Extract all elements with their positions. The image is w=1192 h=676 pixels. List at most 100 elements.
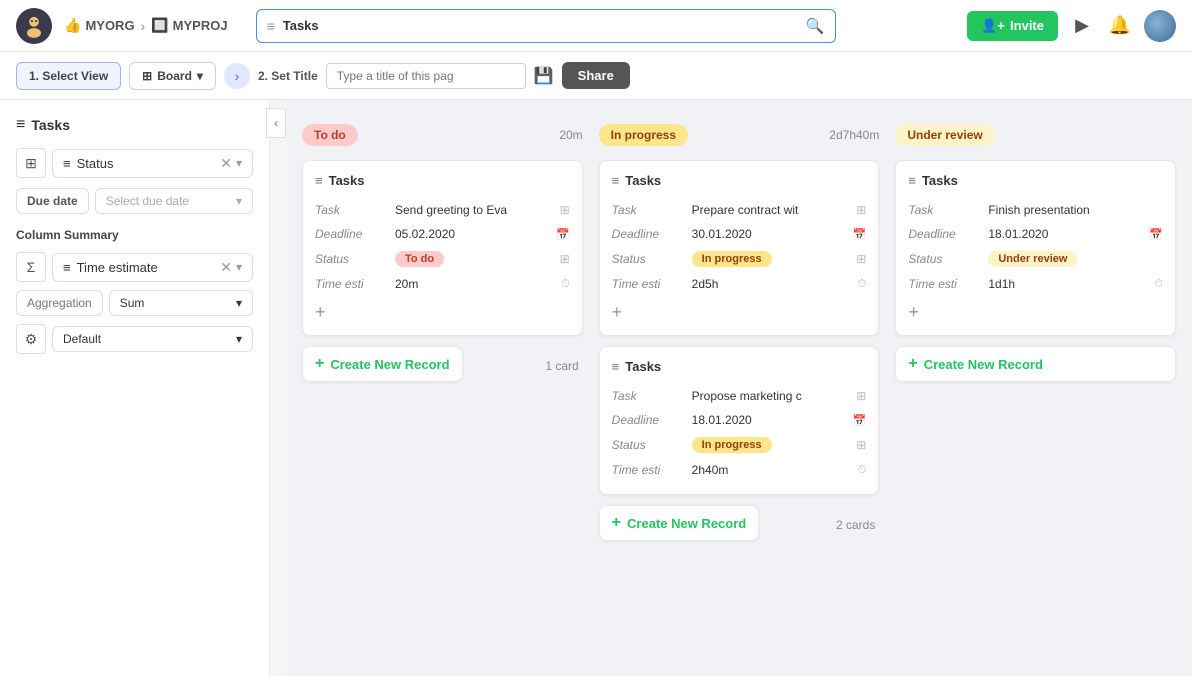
create-record-button-underreview[interactable]: + Create New Record — [895, 346, 1176, 382]
row-value: Send greeting to Eva — [395, 198, 550, 222]
aggregation-label: Aggregation — [16, 290, 103, 316]
row-value: 20m — [395, 272, 550, 296]
sidebar: ≡ Tasks ⊞ ≡ Status ✕ ▾ Due date Select d… — [0, 100, 270, 676]
next-step-button[interactable]: › — [224, 63, 250, 89]
main-layout: ≡ Tasks ⊞ ≡ Status ✕ ▾ Due date Select d… — [0, 100, 1192, 676]
sidebar-collapse-button[interactable]: ‹ — [266, 108, 286, 138]
default-select[interactable]: Default ▾ — [52, 326, 253, 352]
list-icon: ≡ — [267, 18, 275, 34]
table-row: Deadline 05.02.2020 📅 — [315, 222, 570, 246]
todo-time: 20m — [559, 128, 582, 142]
table-row: Task Send greeting to Eva ⊞ — [315, 198, 570, 222]
card-table-4: Task Finish presentation Deadline 18.01.… — [908, 198, 1163, 296]
share-button[interactable]: Share — [562, 62, 630, 89]
time-chevron-icon[interactable]: ▾ — [236, 260, 242, 274]
due-date-label: Due date — [16, 188, 89, 214]
table-row: Deadline 30.01.2020 📅 — [612, 222, 867, 246]
sigma-button[interactable]: Σ — [16, 252, 46, 282]
time-tag-inner: ≡ Time estimate — [63, 260, 158, 275]
time-estimate-label: Time estimate — [77, 260, 158, 275]
card-finish-presentation: ≡ Tasks Task Finish presentation Deadlin… — [895, 160, 1176, 336]
select-view-button[interactable]: 1. Select View — [16, 62, 121, 90]
field-close-button[interactable]: ✕ — [220, 155, 232, 172]
card-add-row-4: + — [908, 296, 1163, 323]
grid-icon-button[interactable]: ⊞ — [16, 148, 46, 178]
search-icon[interactable]: 🔍 — [806, 17, 825, 35]
save-icon[interactable]: 💾 — [534, 66, 554, 86]
time-tag-actions: ✕ ▾ — [220, 259, 242, 276]
card-header-2: ≡ Tasks — [612, 173, 867, 188]
row-label: Task — [612, 384, 692, 408]
clock-icon: ⏱ — [1143, 272, 1163, 296]
card-add-button-2[interactable]: + — [612, 302, 623, 323]
row-value: 2d5h — [692, 272, 847, 296]
board-view-button[interactable]: ⊞ Board ▾ — [129, 62, 216, 90]
proj-label: MYPROJ — [173, 18, 228, 33]
row-label: Deadline — [612, 222, 692, 246]
card-header-4: ≡ Tasks — [908, 173, 1163, 188]
create-record-label-2: Create New Record — [627, 516, 746, 531]
card-table-2: Task Prepare contract wit ⊞ Deadline 30.… — [612, 198, 867, 296]
table-row: Task Prepare contract wit ⊞ — [612, 198, 867, 222]
org-icon: 👍 — [64, 17, 81, 34]
column-header-inprogress: In progress 2d7h40m — [599, 116, 880, 150]
gear-button[interactable]: ⚙ — [16, 324, 46, 354]
clock-icon: ⏱ — [550, 272, 570, 296]
bell-icon[interactable]: 🔔 — [1106, 12, 1134, 40]
calendar-icon: 📅 — [846, 408, 866, 432]
card-send-greeting: ≡ Tasks Task Send greeting to Eva ⊞ Dead… — [302, 160, 583, 336]
board-icon: ⊞ — [142, 69, 152, 83]
table-row: Deadline 18.01.2020 📅 — [908, 222, 1163, 246]
default-row: ⚙ Default ▾ — [16, 324, 253, 354]
column-inprogress: In progress 2d7h40m ≡ Tasks Task Prepare… — [599, 116, 880, 541]
search-text: Tasks — [283, 18, 798, 33]
user-avatar[interactable] — [1144, 10, 1176, 42]
page-title-input[interactable] — [326, 63, 526, 89]
date-picker[interactable]: Select due date ▾ — [95, 188, 253, 214]
date-row: Due date Select due date ▾ — [16, 188, 253, 214]
card-prepare-contract: ≡ Tasks Task Prepare contract wit ⊞ Dead… — [599, 160, 880, 336]
create-plus-icon-2: + — [612, 514, 621, 532]
row-label: Status — [612, 246, 692, 272]
card-list-icon-3: ≡ — [612, 359, 620, 374]
row-label: Deadline — [315, 222, 395, 246]
expand-icon: ⊞ — [550, 198, 570, 222]
inprogress-time: 2d7h40m — [829, 128, 879, 142]
org-link[interactable]: 👍 MYORG — [64, 17, 135, 34]
table-row: Time esti 2d5h ⏱ — [612, 272, 867, 296]
search-bar[interactable]: ≡ Tasks 🔍 — [256, 9, 836, 43]
status-pill-underreview: Under review — [988, 251, 1077, 267]
card-add-button[interactable]: + — [315, 302, 326, 323]
time-close-button[interactable]: ✕ — [220, 259, 232, 276]
create-plus-icon-3: + — [908, 355, 917, 373]
table-row: Time esti 20m ⏱ — [315, 272, 570, 296]
card-add-button-4[interactable]: + — [908, 302, 919, 323]
create-record-button-inprogress[interactable]: + Create New Record — [599, 505, 760, 541]
card-title-3: Tasks — [625, 359, 661, 374]
card-title: Tasks — [329, 173, 365, 188]
field-label: Status — [77, 156, 114, 171]
create-record-button-todo[interactable]: + Create New Record — [302, 346, 463, 382]
youtube-icon[interactable]: ▶ — [1068, 12, 1096, 40]
row-value: In progress — [692, 246, 847, 272]
time-list-icon: ≡ — [63, 260, 71, 275]
time-estimate-tag[interactable]: ≡ Time estimate ✕ ▾ — [52, 253, 253, 282]
date-chevron-icon: ▾ — [236, 194, 242, 208]
status-field-tag[interactable]: ≡ Status ✕ ▾ — [52, 149, 253, 178]
proj-link[interactable]: 🔲 MYPROJ — [151, 17, 227, 34]
sidebar-title-text: Tasks — [31, 117, 70, 133]
field-list-icon: ≡ — [63, 156, 71, 171]
status-pill-todo: To do — [395, 251, 444, 267]
expand-icon2: ⊞ — [846, 246, 866, 272]
date-placeholder: Select due date — [106, 194, 189, 208]
row-label: Time esti — [612, 458, 692, 482]
field-chevron-icon[interactable]: ▾ — [236, 156, 242, 170]
expand-icon2: ⊞ — [550, 246, 570, 272]
sidebar-title: ≡ Tasks — [16, 116, 253, 134]
field-tag-inner: ≡ Status — [63, 156, 113, 171]
card-propose-marketing: ≡ Tasks Task Propose marketing c ⊞ Deadl… — [599, 346, 880, 495]
org-label: MYORG — [85, 18, 134, 33]
card-header: ≡ Tasks — [315, 173, 570, 188]
invite-button[interactable]: 👤+ Invite — [967, 11, 1058, 41]
aggregation-select[interactable]: Sum ▾ — [109, 290, 253, 316]
